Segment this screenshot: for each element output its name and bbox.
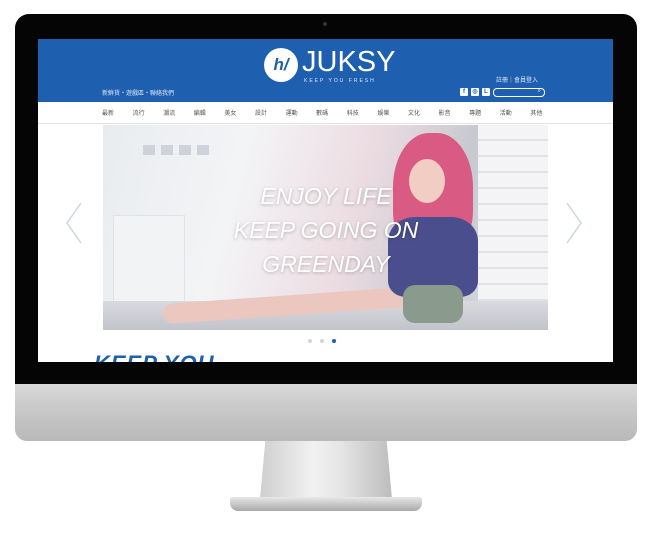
- slider-dot[interactable]: [308, 339, 312, 343]
- slider-next-arrow-icon[interactable]: [564, 201, 584, 245]
- slider-dot-active[interactable]: [332, 339, 336, 343]
- monitor-chin: [15, 384, 637, 441]
- account-links[interactable]: 註冊｜會員登入: [496, 75, 538, 84]
- slider-pagination: [308, 339, 336, 343]
- nav-item[interactable]: 美女: [224, 108, 255, 117]
- hero-caption-line: GREENDAY: [262, 251, 390, 277]
- nav-item[interactable]: 設計: [255, 108, 286, 117]
- nav-item[interactable]: 編輯: [194, 108, 225, 117]
- search-icon[interactable]: ⌕: [538, 88, 541, 95]
- nav-item[interactable]: 流行: [133, 108, 164, 117]
- logo-wordmark: JUKSY: [302, 46, 396, 78]
- hero-background-window: [143, 145, 213, 167]
- hero-caption-line: ENJOY LIFE: [260, 183, 392, 209]
- section-title: KEEP YOU: [94, 351, 214, 362]
- header-quick-links[interactable]: 新鮮貨・遊戲區・聯絡我們: [102, 88, 174, 97]
- slider-prev-arrow-icon[interactable]: [64, 201, 84, 245]
- social-toolbar: f ◎ L ⌕: [460, 87, 545, 97]
- site-header: h/ JUKSY KEEP YOU FRESH 新鮮貨・遊戲區・聯絡我們 註冊｜…: [38, 39, 613, 102]
- nav-item[interactable]: 其他: [530, 108, 561, 117]
- nav-item[interactable]: 最新: [102, 108, 133, 117]
- nav-item[interactable]: 數碼: [316, 108, 347, 117]
- instagram-icon[interactable]: ◎: [471, 88, 479, 96]
- nav-item[interactable]: 運動: [286, 108, 317, 117]
- monitor-stand-base: [230, 497, 422, 511]
- hero-background-wall: [478, 125, 548, 330]
- nav-item[interactable]: 娛樂: [377, 108, 408, 117]
- slider-dot[interactable]: [320, 339, 324, 343]
- logo-tagline: KEEP YOU FRESH: [304, 78, 376, 84]
- main-navigation: 最新 流行 潮流 編輯 美女 設計 運動 數碼 科技 娛樂 文化 影音 專題 活…: [38, 102, 613, 124]
- nav-item[interactable]: 專題: [469, 108, 500, 117]
- site-logo[interactable]: h/ JUKSY KEEP YOU FRESH: [264, 46, 404, 88]
- hero-model-shorts: [403, 285, 463, 323]
- hero-caption-line: KEEP GOING ON: [233, 217, 419, 243]
- line-icon[interactable]: L: [482, 88, 490, 96]
- nav-item[interactable]: 潮流: [163, 108, 194, 117]
- logo-mark-icon: h/: [264, 48, 298, 82]
- hero-slide-image[interactable]: ENJOY LIFE KEEP GOING ON GREENDAY: [103, 125, 548, 330]
- facebook-icon[interactable]: f: [460, 88, 468, 96]
- search-input[interactable]: ⌕: [493, 87, 545, 97]
- monitor-stand-neck: [260, 441, 392, 499]
- website-screen: h/ JUKSY KEEP YOU FRESH 新鮮貨・遊戲區・聯絡我們 註冊｜…: [38, 39, 613, 362]
- nav-item[interactable]: 文化: [408, 108, 439, 117]
- nav-item[interactable]: 影音: [439, 108, 470, 117]
- camera-icon: [323, 22, 327, 26]
- nav-item[interactable]: 活動: [500, 108, 531, 117]
- nav-item[interactable]: 科技: [347, 108, 378, 117]
- hero-caption: ENJOY LIFE KEEP GOING ON GREENDAY: [231, 179, 421, 281]
